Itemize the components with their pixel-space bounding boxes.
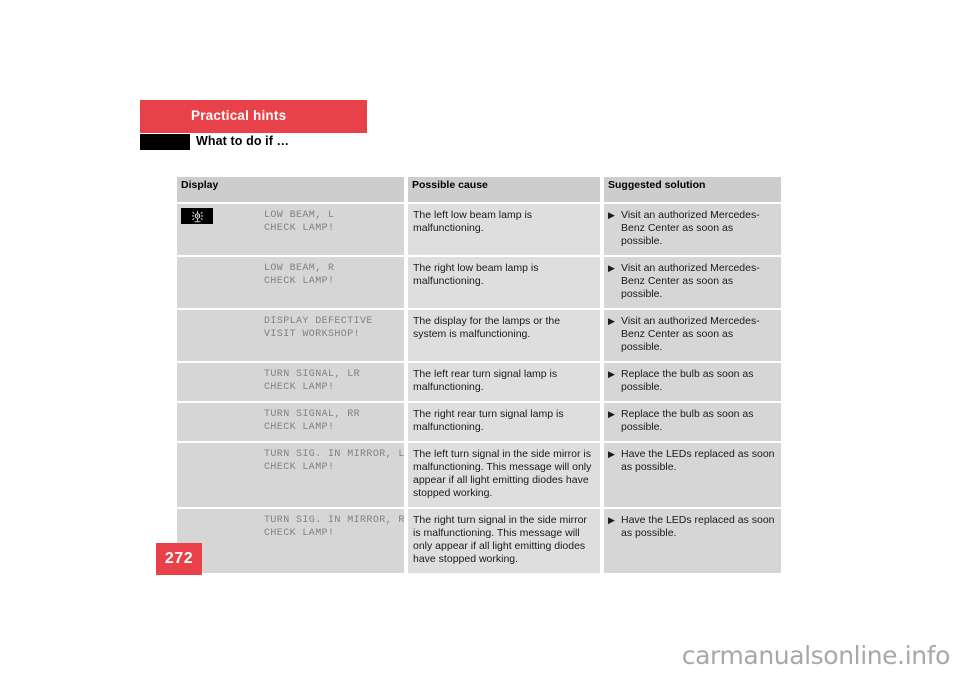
cell-possible-cause: The display for the lamps or the system …	[408, 310, 600, 361]
watermark-text: carmanualsonline.info	[681, 641, 951, 670]
possible-cause-text: The display for the lamps or the system …	[413, 315, 561, 340]
cell-display: TURN SIGNAL, LR CHECK LAMP!	[177, 363, 404, 401]
display-message-line: CHECK LAMP!	[264, 462, 335, 473]
column-header-display: Display	[177, 177, 404, 202]
what-to-do-table-container: Display Possible cause Suggested solutio…	[177, 177, 781, 573]
cell-display: LOW BEAM, L CHECK LAMP!	[177, 204, 404, 255]
bullet-arrow-icon: ▶	[608, 210, 615, 220]
display-message-line: CHECK LAMP!	[264, 528, 335, 539]
cell-suggested-solution: ▶ Visit an authorized Mercedes-Benz Cente…	[604, 257, 781, 308]
cell-possible-cause: The left low beam lamp is malfunctioning…	[408, 204, 600, 255]
section-marker-block	[140, 134, 190, 150]
chapter-title: Practical hints	[191, 108, 287, 123]
table-row: TURN SIGNAL, LR CHECK LAMP! The left rear …	[177, 363, 781, 401]
possible-cause-text: The left low beam lamp is malfunctioning…	[413, 209, 533, 234]
suggested-solution-text: Replace the bulb as soon as possible.	[621, 408, 754, 433]
cell-display: LOW BEAM, R CHECK LAMP!	[177, 257, 404, 308]
bullet-arrow-icon: ▶	[608, 515, 615, 525]
display-message-line: LOW BEAM, L	[264, 210, 335, 221]
display-message-line: TURN SIG. IN MIRROR, L	[264, 449, 405, 460]
cell-suggested-solution: ▶ Have the LEDs replaced as soon as possi…	[604, 509, 781, 573]
display-message-line: DISPLAY DEFECTIVE	[264, 316, 373, 327]
table-row: DISPLAY DEFECTIVE VISIT WORKSHOP! The disp…	[177, 310, 781, 361]
suggested-solution-text: Visit an authorized Mercedes-Benz Center…	[621, 262, 760, 300]
suggested-solution-text: Visit an authorized Mercedes-Benz Center…	[621, 209, 760, 247]
cell-suggested-solution: ▶ Replace the bulb as soon as possible.	[604, 363, 781, 401]
cell-possible-cause: The right low beam lamp is malfunctionin…	[408, 257, 600, 308]
possible-cause-text: The left rear turn signal lamp is malfun…	[413, 368, 558, 393]
display-message-line: TURN SIG. IN MIRROR, R	[264, 515, 405, 526]
display-message-line: CHECK LAMP!	[264, 223, 335, 234]
cell-display: TURN SIGNAL, RR CHECK LAMP!	[177, 403, 404, 441]
cell-possible-cause: The right turn signal in the side mirror…	[408, 509, 600, 573]
table-body: LOW BEAM, L CHECK LAMP! The left low beam …	[177, 204, 781, 573]
bullet-arrow-icon: ▶	[608, 263, 615, 273]
cell-suggested-solution: ▶ Visit an authorized Mercedes-Benz Cente…	[604, 310, 781, 361]
table-row: LOW BEAM, L CHECK LAMP! The left low beam …	[177, 204, 781, 255]
display-message-line: CHECK LAMP!	[264, 276, 335, 287]
cell-possible-cause: The left turn signal in the side mirror …	[408, 443, 600, 507]
possible-cause-text: The left turn signal in the side mirror …	[413, 448, 592, 499]
cell-display: TURN SIG. IN MIRROR, R CHECK LAMP!	[177, 509, 404, 573]
table-header: Display Possible cause Suggested solutio…	[177, 177, 781, 204]
bullet-arrow-icon: ▶	[608, 409, 615, 419]
bullet-arrow-icon: ▶	[608, 316, 615, 326]
cell-suggested-solution: ▶ Replace the bulb as soon as possible.	[604, 403, 781, 441]
page-number-badge: 272	[156, 543, 202, 575]
page-number: 272	[164, 550, 194, 567]
display-message-line: TURN SIGNAL, RR	[264, 409, 361, 420]
cell-display: DISPLAY DEFECTIVE VISIT WORKSHOP!	[177, 310, 404, 361]
table-row: TURN SIG. IN MIRROR, L CHECK LAMP! The lef…	[177, 443, 781, 507]
suggested-solution-text: Replace the bulb as soon as possible.	[621, 368, 754, 393]
display-message-line: CHECK LAMP!	[264, 382, 335, 393]
cell-display: TURN SIG. IN MIRROR, L CHECK LAMP!	[177, 443, 404, 507]
cell-suggested-solution: ▶ Visit an authorized Mercedes-Benz Cente…	[604, 204, 781, 255]
cell-suggested-solution: ▶ Have the LEDs replaced as soon as possi…	[604, 443, 781, 507]
suggested-solution-text: Visit an authorized Mercedes-Benz Center…	[621, 315, 760, 353]
display-message-line: TURN SIGNAL, LR	[264, 369, 361, 380]
table-row: LOW BEAM, R CHECK LAMP! The right low beam…	[177, 257, 781, 308]
table-row: TURN SIGNAL, RR CHECK LAMP! The right rear…	[177, 403, 781, 441]
bullet-arrow-icon: ▶	[608, 449, 615, 459]
cell-possible-cause: The left rear turn signal lamp is malfun…	[408, 363, 600, 401]
table-row: TURN SIG. IN MIRROR, R CHECK LAMP! The rig…	[177, 509, 781, 573]
cell-possible-cause: The right rear turn signal lamp is malfu…	[408, 403, 600, 441]
display-message-line: VISIT WORKSHOP!	[264, 329, 361, 340]
suggested-solution-text: Have the LEDs replaced as soon as possib…	[621, 514, 775, 539]
chapter-banner: Practical hints	[140, 100, 367, 133]
bullet-arrow-icon: ▶	[608, 369, 615, 379]
suggested-solution-text: Have the LEDs replaced as soon as possib…	[621, 448, 775, 473]
column-header-possible-cause: Possible cause	[408, 177, 600, 202]
column-header-suggested-solution: Suggested solution	[604, 177, 781, 202]
possible-cause-text: The right rear turn signal lamp is malfu…	[413, 408, 564, 433]
possible-cause-text: The right low beam lamp is malfunctionin…	[413, 262, 539, 287]
table-header-row: Display Possible cause Suggested solutio…	[177, 177, 781, 202]
lamp-defect-icon	[181, 208, 213, 224]
what-to-do-table: Display Possible cause Suggested solutio…	[177, 177, 781, 573]
section-title: What to do if …	[196, 134, 290, 148]
display-message-line: CHECK LAMP!	[264, 422, 335, 433]
possible-cause-text: The right turn signal in the side mirror…	[413, 514, 587, 565]
display-message-line: LOW BEAM, R	[264, 263, 335, 274]
